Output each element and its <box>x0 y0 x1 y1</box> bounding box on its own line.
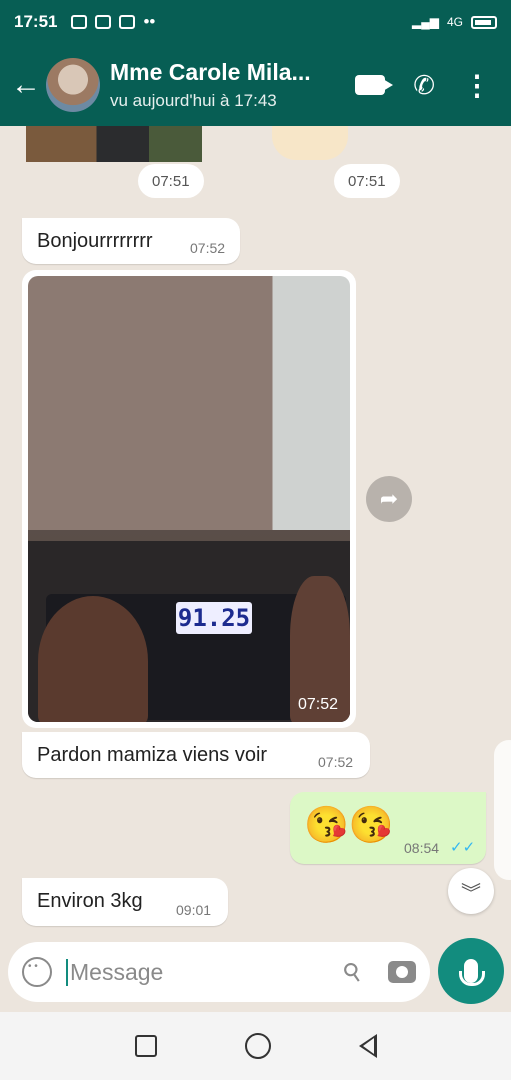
back-arrow-icon[interactable]: ← <box>10 68 42 102</box>
message-time-chip: 07:51 <box>138 164 204 198</box>
scroll-to-bottom-button[interactable]: ︾ <box>448 868 494 914</box>
back-icon[interactable] <box>358 1034 377 1058</box>
last-seen: vu aujourd'hui à 17:43 <box>110 91 277 110</box>
chip-time: 07:51 <box>348 172 386 190</box>
signal-icon: ▂▄▆ <box>412 15 439 29</box>
incoming-message[interactable]: Pardon mamiza viens voir 07:52 <box>22 732 370 778</box>
facebook-icon <box>119 15 136 29</box>
chat-header: ← Mme Carole Mila... vu aujourd'hui à 17… <box>0 44 511 126</box>
incoming-message[interactable]: Bonjourrrrrrrr 07:52 <box>22 218 240 264</box>
notification-icons: •• <box>71 12 155 32</box>
read-receipt-icon: ✓✓ <box>450 839 476 856</box>
at-icon <box>95 15 112 29</box>
status-time: 17:51 <box>14 12 58 31</box>
chat-area[interactable]: 07:51 07:51 Bonjourrrrrrrr 07:52 91.25 0… <box>0 126 511 944</box>
forward-button[interactable]: ➦ <box>366 476 412 522</box>
message-time-chip: 07:51 <box>334 164 400 198</box>
forward-icon: ➦ <box>379 486 399 511</box>
contact-info[interactable]: Mme Carole Mila... vu aujourd'hui à 17:4… <box>110 59 355 111</box>
scale-display: 91.25 <box>176 602 252 634</box>
emoji-icon[interactable] <box>22 957 52 987</box>
battery-icon <box>471 15 497 29</box>
more-dots-icon: •• <box>143 12 156 31</box>
previous-image-message[interactable] <box>26 126 202 162</box>
message-text: Bonjourrrrrrrr <box>37 230 153 252</box>
game-icon <box>71 15 88 29</box>
message-composer: ⚲ <box>8 942 430 1002</box>
incoming-message[interactable]: Environ 3kg 09:01 <box>22 878 228 926</box>
system-navigation-bar <box>0 1012 511 1080</box>
voice-message-button[interactable] <box>438 938 504 1004</box>
previous-sticker-message[interactable] <box>272 126 348 160</box>
outgoing-message[interactable]: 😘😘 08:54 ✓✓ <box>290 792 486 864</box>
message-time: 08:54 <box>404 840 440 856</box>
message-text: Environ 3kg <box>37 890 143 912</box>
header-actions: ✆ ⋮ <box>355 69 491 102</box>
left-foot <box>38 596 148 722</box>
image-time: 07:52 <box>297 696 338 713</box>
camera-icon[interactable] <box>388 961 416 983</box>
video-call-icon[interactable] <box>355 75 394 95</box>
message-input[interactable] <box>66 958 306 986</box>
attach-icon[interactable]: ⚲ <box>338 955 369 989</box>
emoji-content: 😘😘 <box>304 804 394 845</box>
side-scroll-handle[interactable] <box>494 740 511 880</box>
network-type: 4G <box>446 15 463 29</box>
status-right: ▂▄▆ 4G <box>412 15 497 29</box>
microphone-icon <box>459 959 485 986</box>
recent-apps-icon[interactable] <box>134 1035 157 1057</box>
home-icon[interactable] <box>244 1033 271 1059</box>
status-bar: 17:51 •• ▂▄▆ 4G <box>0 0 511 44</box>
message-time: 07:52 <box>318 754 354 770</box>
double-chevron-down-icon: ︾ <box>461 882 481 905</box>
scale-photo[interactable]: 91.25 07:52 <box>28 276 350 722</box>
chip-time: 07:51 <box>152 172 190 190</box>
contact-name: Mme Carole Mila... <box>110 59 311 85</box>
message-time: 09:01 <box>176 902 212 918</box>
message-time: 07:52 <box>190 240 226 256</box>
more-options-icon[interactable]: ⋮ <box>463 69 491 102</box>
incoming-image-message[interactable]: 91.25 07:52 <box>22 270 356 728</box>
contact-avatar[interactable] <box>46 58 100 112</box>
message-text: Pardon mamiza viens voir <box>37 744 268 766</box>
voice-call-icon[interactable]: ✆ <box>413 70 435 101</box>
